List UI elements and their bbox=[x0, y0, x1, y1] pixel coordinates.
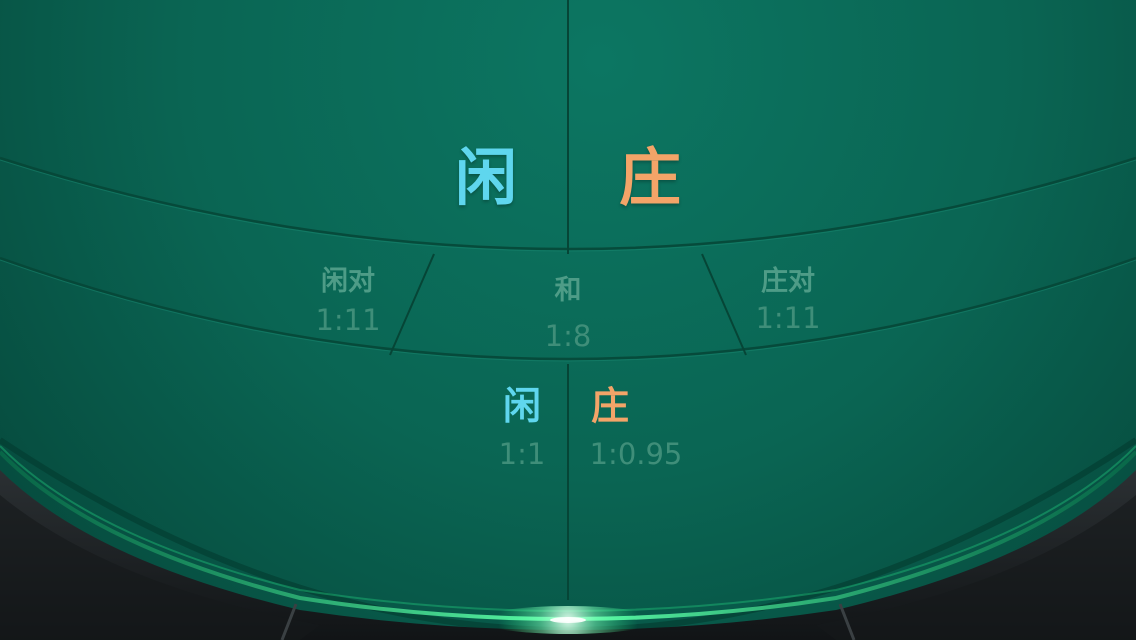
player-bet-area[interactable]: 闲 bbox=[448, 143, 524, 213]
player-pair-odds: 1:11 bbox=[315, 303, 381, 337]
player-payout-odds: 1:1 bbox=[498, 437, 546, 471]
banker-bet-area[interactable]: 庄 bbox=[612, 143, 688, 213]
banker-payout-odds: 1:0.95 bbox=[589, 437, 683, 471]
banker-pair-bet-label[interactable]: 庄对 bbox=[740, 266, 836, 298]
tie-odds: 1:8 bbox=[544, 319, 592, 353]
banker-pair-odds: 1:11 bbox=[755, 301, 821, 335]
tie-bet-label[interactable]: 和 bbox=[528, 275, 608, 307]
player-payout-label[interactable]: 闲 bbox=[496, 384, 548, 428]
baccarat-table: 闲 庄 闲对 1:11 和 1:8 庄对 1:11 闲 1:1 庄 1:0.95 bbox=[0, 0, 1136, 640]
banker-payout-label[interactable]: 庄 bbox=[584, 384, 636, 428]
player-pair-bet-label[interactable]: 闲对 bbox=[300, 266, 396, 298]
